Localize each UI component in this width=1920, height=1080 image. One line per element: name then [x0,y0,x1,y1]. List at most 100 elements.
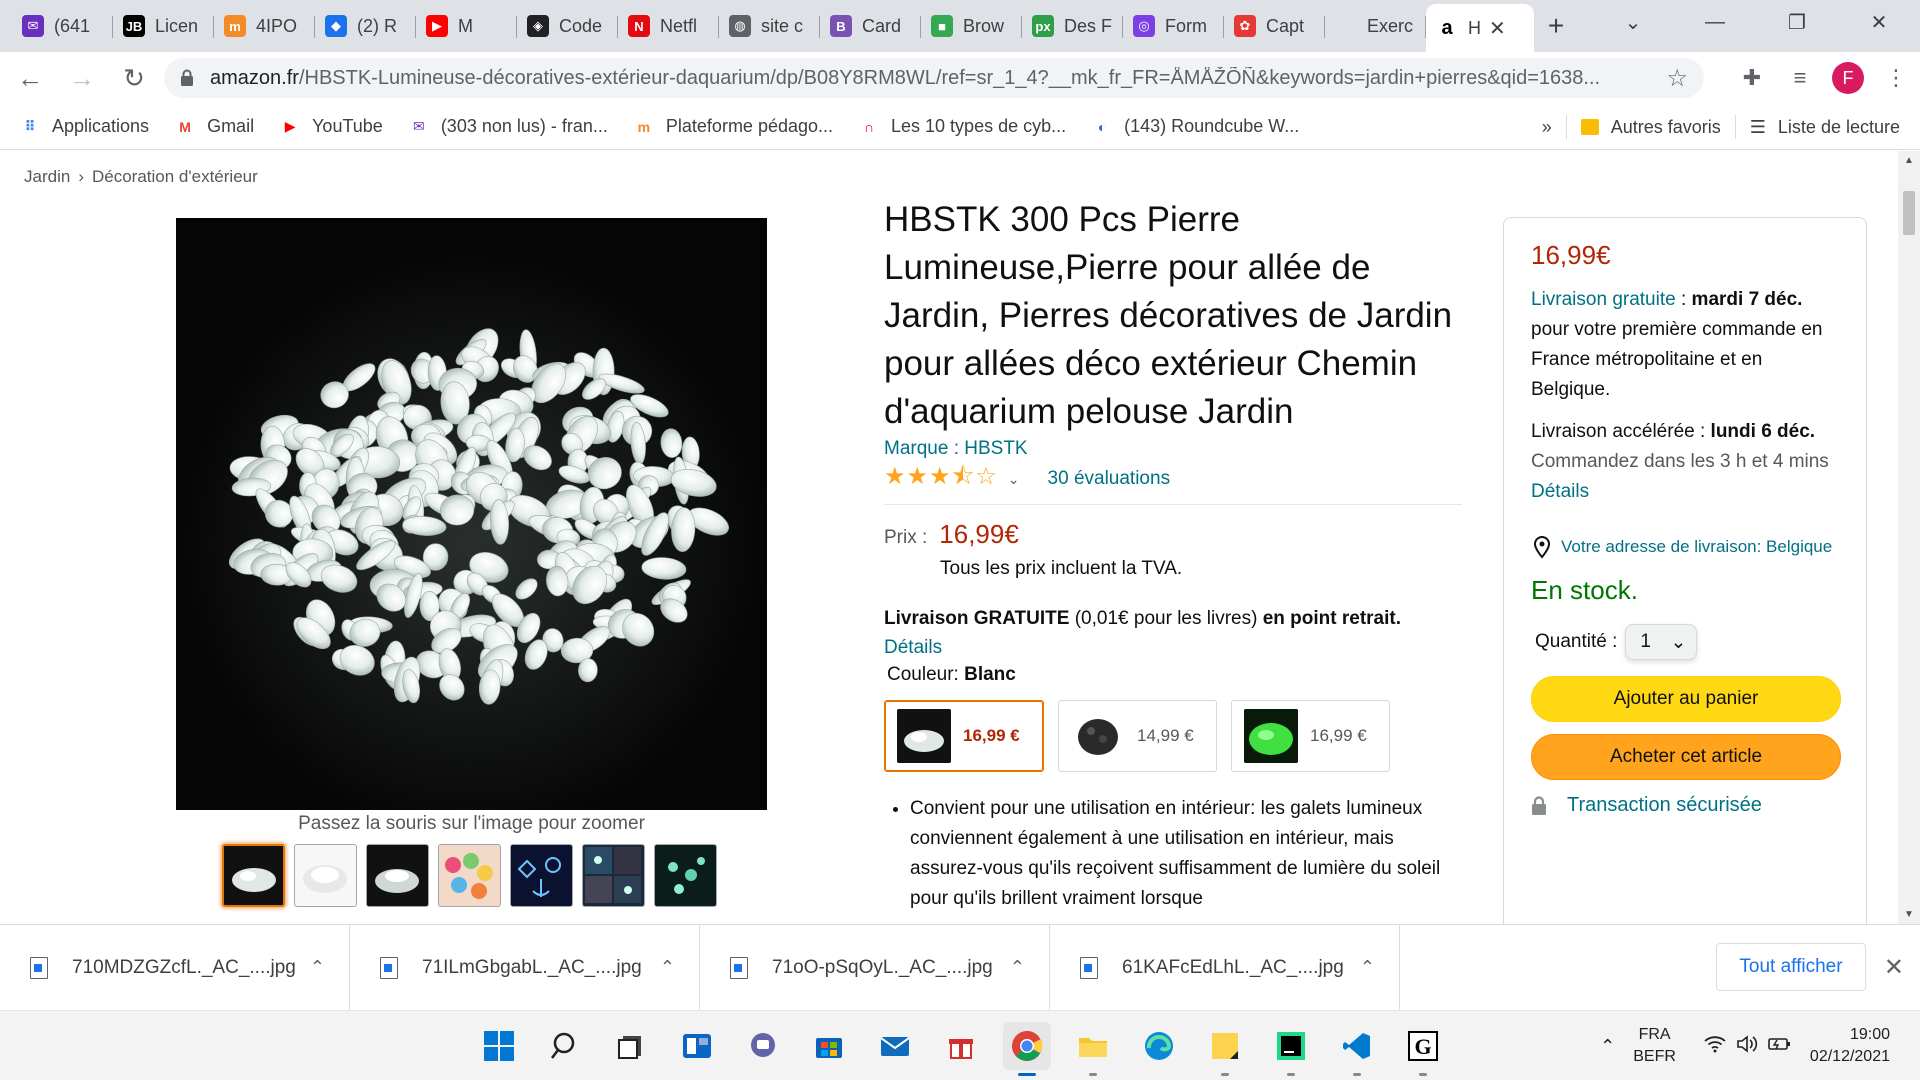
address-bar[interactable]: amazon.fr /HBSTK-Lumineuse-décoratives-e… [164,58,1704,98]
sticky-notes-icon[interactable] [1201,1022,1249,1076]
edge-icon[interactable] [1135,1022,1183,1070]
thumbnail-3[interactable] [366,844,429,907]
delivery-details-link[interactable]: Détails [884,637,942,658]
reviews-link[interactable]: 30 évaluations [1048,468,1171,490]
bookmark-item[interactable]: ⠿ Applications [20,116,150,137]
g-app-icon[interactable]: G [1399,1022,1447,1076]
tab-search-icon[interactable]: ⌄ [1592,0,1674,44]
menu-kebab-icon[interactable]: ⋮ [1872,65,1920,91]
tab[interactable]: ◎ Form [1123,4,1224,48]
reload-button[interactable]: ↻ [112,56,156,100]
teams-chat-icon[interactable] [739,1022,787,1070]
thumbnail-6[interactable] [582,844,645,907]
task-view-icon[interactable] [607,1022,655,1070]
widgets-icon[interactable] [673,1022,721,1070]
delivery-address-link[interactable]: Votre adresse de livraison: Belgique [1561,533,1832,561]
add-to-cart-button[interactable]: Ajouter au panier [1531,676,1841,722]
media-control-icon[interactable]: ≡ [1776,65,1824,91]
swatch-green[interactable]: 16,99 € [1231,700,1390,772]
bookmark-item[interactable]: ◐ (143) Roundcube W... [1092,116,1299,137]
tab-active-amazon[interactable]: a H ✕ [1426,4,1534,52]
chrome-icon[interactable] [1003,1022,1051,1076]
tab[interactable]: Exerc [1325,4,1426,48]
tab[interactable]: ◍ site c [719,4,820,48]
delivery-address[interactable]: Votre adresse de livraison: Belgique [1531,533,1842,561]
download-item[interactable]: 710MDZGZcfL._AC_....jpg ⌃ [0,924,350,1011]
bookmarks-more-button[interactable]: » [1542,117,1552,138]
breadcrumb-jardin[interactable]: Jardin [24,167,70,186]
close-window-button[interactable]: ✕ [1838,0,1920,44]
fast-delivery-details-link[interactable]: Détails [1531,481,1589,502]
store-icon[interactable] [805,1022,853,1070]
scroll-up-icon[interactable]: ▲ [1904,155,1914,166]
scrollbar-thumb[interactable] [1903,191,1915,235]
product-main-image[interactable] [176,218,767,810]
forward-button[interactable]: → [60,56,104,100]
volume-icon[interactable] [1736,1034,1758,1058]
bookmark-item[interactable]: M Gmail [175,116,254,137]
tab[interactable]: m 4IPO [214,4,315,48]
tab[interactable]: ✉ (641 [12,4,113,48]
extensions-icon[interactable]: ✚ [1728,65,1776,91]
restore-button[interactable]: ❐ [1756,0,1838,44]
breadcrumb-decoration[interactable]: Décoration d'extérieur [92,167,258,186]
bookmark-star-icon[interactable]: ☆ [1666,64,1688,93]
battery-icon[interactable] [1768,1035,1792,1058]
scroll-down-icon[interactable]: ▼ [1904,909,1914,920]
thumbnail-4[interactable] [438,844,501,907]
chevron-up-icon[interactable]: ⌃ [310,957,325,978]
tab[interactable]: ◆ (2) R [315,4,416,48]
gift-app-icon[interactable] [937,1022,985,1070]
chevron-up-icon[interactable]: ⌃ [1600,1036,1615,1057]
tab[interactable]: B Card [820,4,921,48]
tab[interactable]: ▶ M [416,4,517,48]
show-all-downloads-button[interactable]: Tout afficher [1716,943,1866,991]
bookmark-item[interactable]: m Plateforme pédago... [634,116,833,137]
clock[interactable]: 19:00 02/12/2021 [1810,1024,1890,1068]
quantity-select[interactable]: 1 ⌄ [1625,624,1698,660]
thumbnail-5[interactable] [510,844,573,907]
secure-transaction-link[interactable]: Transaction sécurisée [1567,794,1762,817]
other-bookmarks-link[interactable]: Autres favoris [1611,117,1721,138]
back-button[interactable]: ← [8,56,52,100]
tab[interactable]: px Des F [1022,4,1123,48]
close-downloads-icon[interactable]: ✕ [1884,953,1904,982]
wifi-icon[interactable] [1704,1035,1726,1058]
thumbnail-2[interactable] [294,844,357,907]
swatch-white[interactable]: 16,99 € [884,700,1044,772]
download-item[interactable]: 71oO-pSqOyL._AC_....jpg ⌃ [700,924,1050,1011]
bookmark-item[interactable]: ∩ Les 10 types de cyb... [859,116,1066,137]
free-delivery-link[interactable]: Livraison gratuite [1531,289,1676,310]
pycharm-icon[interactable] [1267,1022,1315,1076]
page-scrollbar[interactable]: ▲ ▼ [1898,151,1920,924]
search-icon[interactable] [541,1022,589,1070]
star-rating-icon[interactable]: ★★★⯪☆ [884,459,998,500]
vscode-icon[interactable] [1333,1022,1381,1076]
tab[interactable]: JB Licen [113,4,214,48]
tab[interactable]: ✿ Capt [1224,4,1325,48]
tab[interactable]: ◈ Code [517,4,618,48]
tab[interactable]: N Netfl [618,4,719,48]
thumbnail-1[interactable] [222,844,285,907]
secure-transaction[interactable]: Transaction sécurisée [1531,794,1842,817]
chevron-up-icon[interactable]: ⌃ [660,957,675,978]
download-item[interactable]: 71ILmGbgabL._AC_....jpg ⌃ [350,924,700,1011]
reading-list-link[interactable]: Liste de lecture [1778,117,1900,138]
start-menu-icon[interactable] [475,1022,523,1070]
close-tab-icon[interactable]: ✕ [1489,16,1506,41]
brand-link[interactable]: Marque : HBSTK [884,438,1464,460]
chevron-up-icon[interactable]: ⌃ [1010,957,1025,978]
tab[interactable]: ■ Brow [921,4,1022,48]
download-item[interactable]: 61KAFcEdLhL._AC_....jpg ⌃ [1050,924,1400,1011]
file-explorer-icon[interactable] [1069,1022,1117,1076]
new-tab-button[interactable]: + [1534,4,1578,48]
mail-icon[interactable] [871,1022,919,1070]
buy-now-button[interactable]: Acheter cet article [1531,734,1841,780]
bookmark-item[interactable]: ✉ (303 non lus) - fran... [409,116,608,137]
input-language[interactable]: FRA BEFR [1633,1024,1676,1068]
chevron-up-icon[interactable]: ⌃ [1360,957,1375,978]
minimize-button[interactable]: — [1674,0,1756,44]
profile-avatar[interactable]: F [1832,62,1864,94]
thumbnail-7[interactable] [654,844,717,907]
chevron-down-icon[interactable]: ⌄ [1008,471,1020,488]
